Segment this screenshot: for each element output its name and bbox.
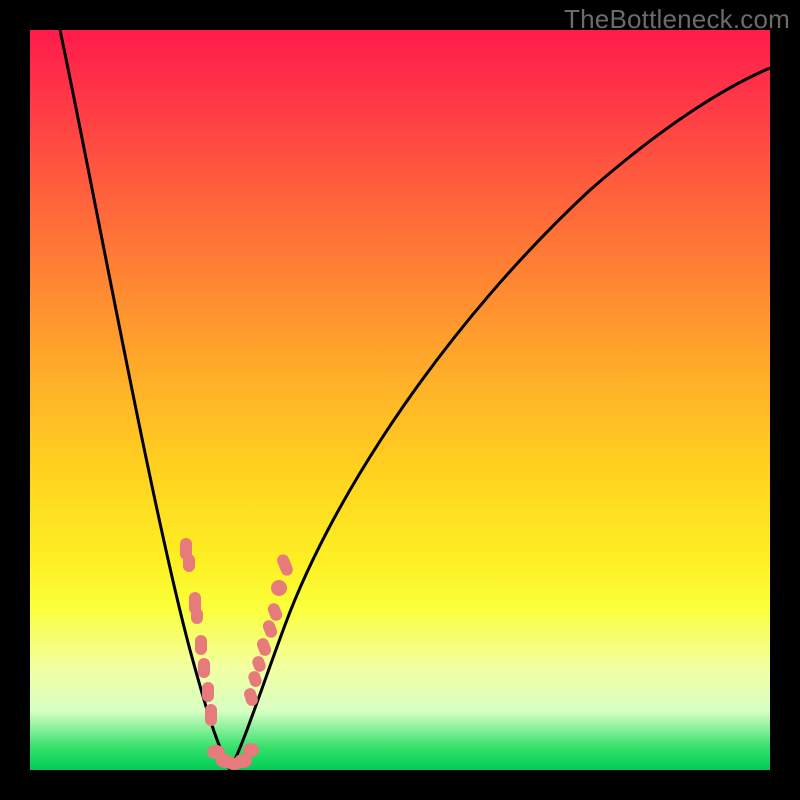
chart-frame: TheBottleneck.com xyxy=(0,0,800,800)
watermark-text: TheBottleneck.com xyxy=(564,4,790,35)
plot-area xyxy=(30,30,770,770)
marker-dot xyxy=(191,608,203,624)
marker-dot xyxy=(251,654,268,673)
markers-bottom xyxy=(207,743,259,770)
marker-dot xyxy=(261,618,279,639)
marker-dot xyxy=(198,658,210,678)
curve-svg xyxy=(30,30,770,770)
marker-dot xyxy=(255,636,272,657)
marker-dot xyxy=(266,601,284,622)
markers-right xyxy=(243,553,295,708)
marker-dot xyxy=(243,743,259,757)
marker-dot xyxy=(247,670,263,689)
marker-dot xyxy=(271,580,287,596)
marker-dot xyxy=(202,682,214,702)
bottleneck-curve xyxy=(60,30,770,770)
marker-dot xyxy=(205,704,217,726)
marker-dot xyxy=(195,635,207,655)
marker-dot xyxy=(275,553,294,578)
marker-dot xyxy=(183,554,195,572)
